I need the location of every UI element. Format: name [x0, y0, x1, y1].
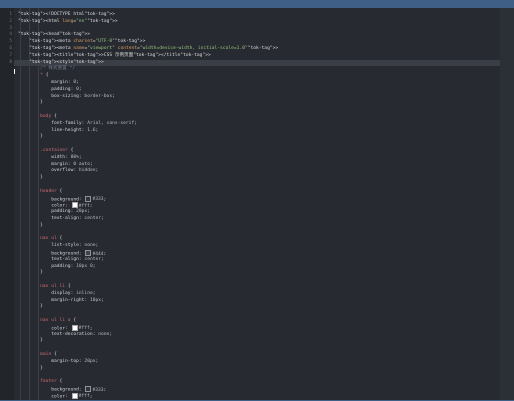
code-line[interactable]: [14, 311, 500, 318]
code-line[interactable]: "tok-tag"><meta name="viewport" content=…: [14, 46, 500, 53]
code-line[interactable]: nav ul li a {: [14, 318, 500, 325]
code-line[interactable]: "tok-tag"><html lang="en""tok-tag">>: [14, 19, 500, 26]
code-line[interactable]: padding: 0;: [14, 87, 500, 94]
code-line[interactable]: padding: 10px 0;: [14, 264, 500, 271]
code-editor-window: 12345678 "tok-tag"><!DOCTYPE html"tok-ta…: [0, 8, 514, 400]
code-line[interactable]: text-align: center;: [14, 216, 500, 223]
code-line[interactable]: text-align: center;: [14, 257, 500, 264]
code-line[interactable]: }: [14, 304, 500, 311]
code-line[interactable]: display: inline;: [14, 291, 500, 298]
code-line[interactable]: "tok-tag"><title"tok-tag">>CSS 示例页面"tok-…: [14, 53, 500, 60]
code-line[interactable]: [14, 345, 500, 352]
code-line[interactable]: }: [14, 223, 500, 230]
line-number: 7: [9, 52, 12, 58]
code-line[interactable]: }: [14, 134, 500, 141]
code-line[interactable]: box-sizing: border-box;: [14, 94, 500, 101]
code-line[interactable]: }: [14, 175, 500, 182]
line-number: 1: [9, 12, 12, 17]
code-line[interactable]: header {: [14, 189, 500, 196]
code-line[interactable]: "tok-tag"><style"tok-tag">>: [14, 59, 500, 67]
code-line[interactable]: [14, 107, 500, 114]
code-line[interactable]: [14, 141, 500, 148]
code-editor[interactable]: "tok-tag"><!DOCTYPE html"tok-tag">> "tok-…: [14, 8, 500, 400]
line-number: 8: [9, 59, 12, 65]
code-line[interactable]: "tok-tag"><!DOCTYPE html"tok-tag">>: [14, 12, 500, 19]
minimap-strip[interactable]: [500, 8, 514, 400]
code-line[interactable]: color: #fff;: [14, 324, 500, 332]
code-line[interactable]: overflow: hidden;: [14, 168, 500, 175]
line-number: 2: [9, 18, 12, 24]
code-line[interactable]: list-style: none;: [14, 243, 500, 250]
code-line[interactable]: [14, 182, 500, 189]
code-line[interactable]: width: 80%;: [14, 155, 500, 162]
code-line[interactable]: font-family: Arial, sans-serif;: [14, 121, 500, 128]
code-line[interactable]: /* 样式重置 */: [14, 66, 500, 73]
code-line[interactable]: margin: 0;: [14, 80, 500, 87]
code-line[interactable]: [14, 277, 500, 284]
code-line[interactable]: nav ul li {: [14, 284, 500, 291]
code-line[interactable]: background: #444;: [14, 250, 500, 257]
code-line[interactable]: "tok-tag"><meta charset="UTF-8""tok-tag"…: [14, 39, 500, 46]
code-line[interactable]: body {: [14, 114, 500, 121]
code-line[interactable]: [14, 230, 500, 237]
code-line[interactable]: text-decoration: none;: [14, 332, 500, 339]
code-line[interactable]: }: [14, 338, 500, 345]
code-line[interactable]: background: #333;: [14, 386, 500, 393]
code-line[interactable]: }: [14, 100, 500, 107]
code-line[interactable]: main {: [14, 352, 500, 359]
code-line[interactable]: [14, 372, 500, 379]
code-line[interactable]: .container {: [14, 148, 500, 155]
code-line[interactable]: * {: [14, 73, 500, 80]
line-number: 6: [9, 46, 12, 51]
code-line[interactable]: color: #fff;: [14, 392, 500, 400]
text-cursor: [14, 69, 15, 74]
code-line[interactable]: padding: 20px;: [14, 209, 500, 216]
code-line[interactable]: }: [14, 366, 500, 373]
code-line[interactable]: margin-top: 20px;: [14, 359, 500, 366]
line-number-gutter: 12345678: [0, 8, 14, 400]
code-line[interactable]: background: #333;: [14, 195, 500, 203]
code-line[interactable]: line-height: 1.6;: [14, 128, 500, 135]
code-line[interactable]: margin-right: 10px;: [14, 298, 500, 305]
code-line[interactable]: }: [14, 270, 500, 277]
code-line[interactable]: footer {: [14, 379, 500, 386]
line-number: 5: [9, 39, 12, 45]
